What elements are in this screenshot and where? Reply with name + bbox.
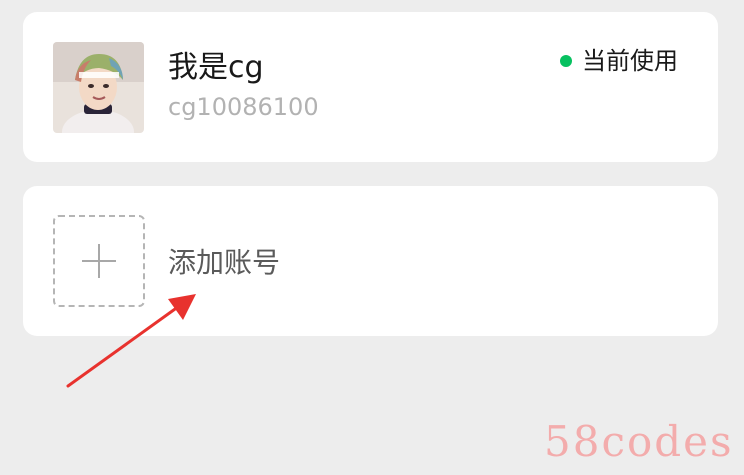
add-account-box [53,215,145,307]
add-account-label: 添加账号 [168,246,281,279]
status-dot-icon [560,55,572,67]
avatar [53,42,144,133]
current-account-card[interactable]: 我是cg cg10086100 当前使用 [23,12,718,162]
add-account-button[interactable]: 添加账号 [23,186,718,336]
current-status-badge: 当前使用 [560,46,678,76]
status-label: 当前使用 [582,47,678,75]
watermark: 58codes [544,417,734,466]
account-nickname: 我是cg [168,50,264,85]
account-wechat-id: cg10086100 [168,93,319,121]
plus-icon [82,244,116,278]
